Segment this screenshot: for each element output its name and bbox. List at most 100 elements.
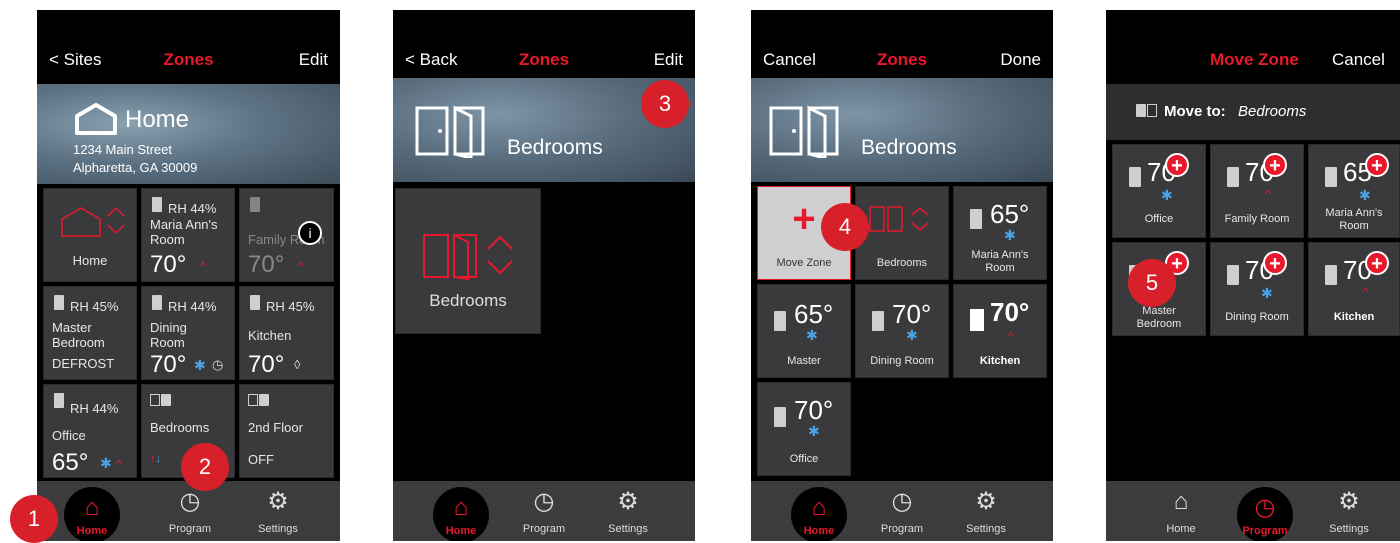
zone-tile-2nd-floor[interactable]: 2nd Floor OFF (239, 384, 334, 478)
door-icon (1325, 265, 1337, 285)
double-door-icon (769, 105, 839, 158)
edit-button[interactable]: Edit (654, 50, 683, 70)
snowflake-icon: ✱ (1161, 187, 1173, 203)
callout-badge-2: 2 (181, 443, 229, 491)
tab-settings[interactable]: ⚙ Settings (593, 481, 663, 541)
tile-name-line2: Room (985, 262, 1015, 274)
zone-tile-office[interactable]: 70 ✱ + Office (1112, 144, 1206, 238)
zone-tile-family[interactable]: 70 ^ + Family Room (1210, 144, 1304, 238)
add-zone-plus-icon[interactable]: + (1263, 153, 1287, 177)
tile-name: Maria Ann's (1325, 207, 1383, 219)
group-name: Bedrooms (861, 136, 957, 159)
flame-icon: ^ (298, 259, 304, 273)
zone-tile-family[interactable]: Family Room 70° ^ i (239, 188, 334, 282)
done-button[interactable]: Done (1000, 50, 1041, 70)
temperature: 65° (794, 299, 834, 329)
snowflake-icon: ✱ (806, 327, 818, 343)
temperature: 70° (892, 299, 932, 329)
stopwatch-icon: ◷ (891, 488, 913, 515)
double-door-icon (1136, 104, 1157, 122)
flame-icon: ^ (1008, 329, 1014, 343)
tile-name: Home (72, 253, 108, 268)
tab-home[interactable]: ⌂ Home (1146, 481, 1216, 541)
nav-title: Zones (518, 50, 570, 69)
door-icon (152, 295, 162, 310)
tab-label: Home (76, 525, 108, 537)
snowflake-icon: ✱ (1004, 227, 1016, 243)
gear-icon: ⚙ (975, 488, 997, 515)
tile-name: Dining Room (870, 355, 934, 367)
temperature: 70° (150, 251, 187, 278)
tab-settings[interactable]: ⚙ Settings (951, 481, 1021, 541)
tab-program[interactable]: ◷ Program (155, 481, 225, 541)
cancel-button[interactable]: Cancel (1332, 50, 1385, 70)
snowflake-icon: ✱ (1261, 285, 1273, 301)
zone-tile-kitchen[interactable]: RH 45% Kitchen 70° ◊ (239, 286, 334, 380)
zone-tile-master[interactable]: RH 45% Master Bedroom DEFROST (43, 286, 137, 380)
tab-label: Home (803, 525, 835, 537)
tile-status: DEFROST (52, 356, 115, 371)
humidity: RH 44% (168, 201, 217, 216)
move-to-target: Bedrooms (1238, 103, 1307, 120)
tab-home[interactable]: ⌂ Home (426, 481, 496, 541)
tile-name: Master (1142, 305, 1176, 317)
zone-tile-dining[interactable]: RH 44% Dining Room 70° ✱ ◷ (141, 286, 235, 380)
zone-tile-home[interactable]: Home (43, 188, 137, 282)
screen-zones-edit: Cancel Zones Done Bedrooms + Move Zone B… (751, 10, 1053, 541)
humidity: RH 44% (70, 401, 119, 416)
temperature: 70° (990, 297, 1030, 327)
tile-name: Office (52, 428, 86, 443)
gear-icon: ⚙ (267, 488, 289, 515)
zone-tile-dining[interactable]: 70° ✱ Dining Room (855, 284, 949, 378)
door-icon (970, 309, 984, 331)
tab-home[interactable]: ⌂ Home (57, 481, 127, 541)
add-zone-plus-icon[interactable]: + (1365, 153, 1389, 177)
add-zone-plus-icon[interactable]: + (1263, 251, 1287, 275)
tile-name: Family Room (1224, 213, 1290, 225)
add-zone-plus-icon[interactable]: + (1165, 153, 1189, 177)
zone-tile-kitchen[interactable]: 70° ^ Kitchen (953, 284, 1047, 378)
tile-name: Dining Room (1225, 311, 1289, 323)
tab-bar: ⌂ Home ◷ Program ⚙ Settings (37, 481, 340, 541)
callout-badge-1: 1 (10, 495, 58, 543)
edit-button[interactable]: Edit (299, 50, 328, 70)
zone-tile-maria[interactable]: 65 ✱ + Maria Ann's Room (1308, 144, 1400, 238)
info-icon[interactable]: i (298, 221, 322, 245)
timer-icon: ◷ (212, 357, 224, 372)
snowflake-icon: ✱ (906, 327, 918, 343)
tile-name: Master (787, 355, 821, 367)
tile-status: OFF (248, 452, 274, 467)
tab-label: Home (1166, 523, 1196, 535)
zone-tile-office[interactable]: RH 44% Office 65° ✱ ^ (43, 384, 137, 478)
zone-tile-maria[interactable]: 65° ✱ Maria Ann's Room (953, 186, 1047, 280)
zone-tile-office[interactable]: 70° ✱ Office (757, 382, 851, 476)
tab-label: Settings (608, 523, 648, 535)
zone-tile-maria[interactable]: RH 44% Maria Ann's Room 70° ^ (141, 188, 235, 282)
flame-icon: ^ (116, 457, 122, 471)
door-icon (54, 295, 64, 310)
home-icon (75, 103, 117, 135)
zone-tile-dining[interactable]: 70 ✱ + Dining Room (1210, 242, 1304, 336)
site-banner: Home 1234 Main Street Alpharetta, GA 300… (37, 84, 340, 184)
site-name: Home (125, 106, 190, 133)
zone-tile-kitchen[interactable]: 70 ^ + Kitchen (1308, 242, 1400, 336)
tab-home[interactable]: ⌂ Home (784, 481, 854, 541)
callout-badge-5: 5 (1128, 259, 1176, 307)
zone-tile-bedrooms[interactable]: Bedrooms (855, 186, 949, 280)
tab-program[interactable]: ◷ Program (509, 481, 579, 541)
zone-tile-master[interactable]: 65° ✱ Master (757, 284, 851, 378)
tab-settings[interactable]: ⚙ Settings (1314, 481, 1384, 541)
door-icon (774, 311, 786, 331)
zone-tile-bedrooms[interactable]: Bedrooms (395, 188, 541, 334)
site-address-line1: 1234 Main Street (73, 142, 173, 157)
tab-settings[interactable]: ⚙ Settings (243, 481, 313, 541)
tab-program[interactable]: ◷ Program (867, 481, 937, 541)
group-banner: Bedrooms (751, 78, 1053, 182)
tab-program[interactable]: ◷ Program (1230, 481, 1300, 541)
home-outline-icon (61, 206, 125, 237)
add-zone-plus-icon[interactable]: + (1365, 251, 1389, 275)
stopwatch-icon: ◷ (179, 488, 201, 515)
door-icon (1129, 167, 1141, 187)
temperature: 70° (794, 395, 834, 425)
nav-bar: < Back Zones Edit (393, 10, 695, 84)
